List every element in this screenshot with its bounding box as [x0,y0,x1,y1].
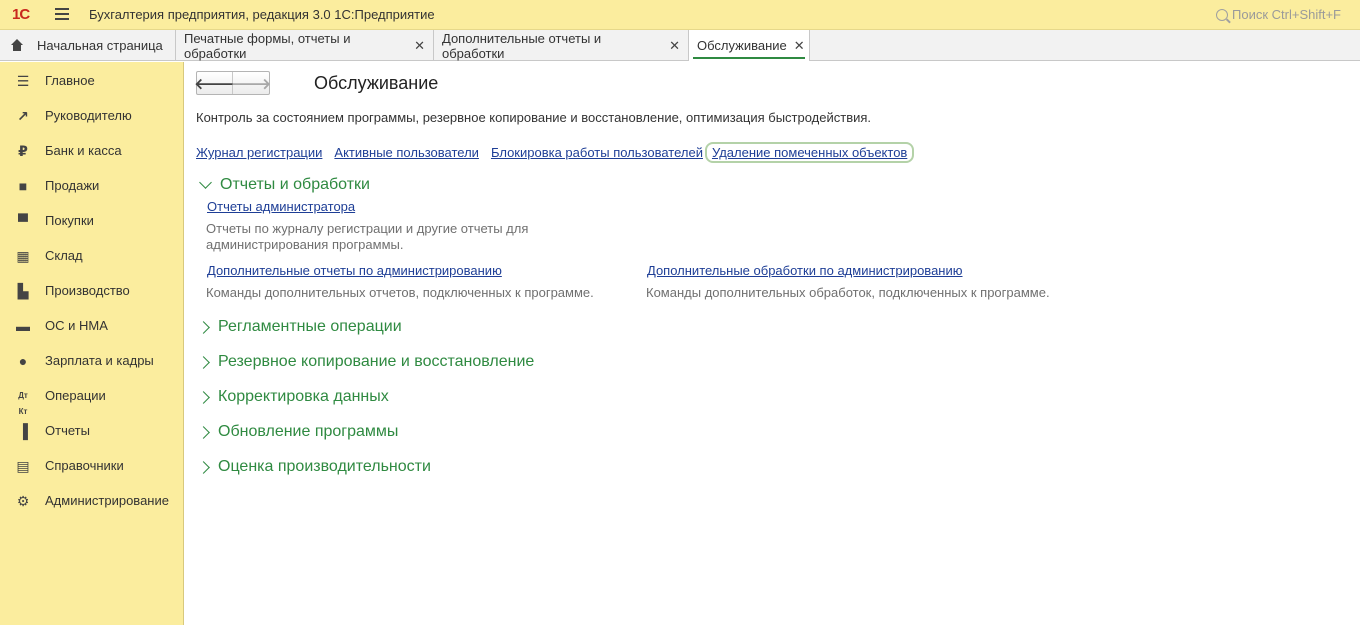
group-title: Оценка производительности [218,458,431,475]
group-reports-processing[interactable]: Отчеты и обработки [199,176,370,194]
link-additional-admin-reports[interactable]: Дополнительные отчеты по администрирован… [207,263,502,278]
sidebar-item-label: Банк и касса [45,143,122,158]
main-content: 🡐 🡒 Обслуживание Контроль за состоянием … [185,62,1360,625]
1c-logo: 1С [12,6,30,23]
truck-icon: ▬ [16,317,30,334]
tab-label: Начальная страница [37,38,163,53]
link-additional-admin-processing[interactable]: Дополнительные обработки по администриро… [647,263,963,278]
trend-icon: ↗ [17,107,29,124]
chevron-right-icon [197,355,210,369]
sidebar-item-sales[interactable]: ■ Продажи [0,168,183,203]
logo-text: 1С [12,6,30,23]
ruble-icon: ₽ [18,142,28,159]
chevron-right-icon [197,390,210,404]
tab-additional-reports[interactable]: Дополнительные отчеты и обработки ✕ [434,30,689,61]
sidebar-item-reports[interactable]: ▐ Отчеты [0,413,183,448]
top-links: Журнал регистрации Активные пользователи… [196,142,915,163]
sidebar-item-label: Отчеты [45,423,90,438]
group-title: Регламентные операции [218,318,402,335]
close-icon[interactable]: ✕ [669,38,680,54]
sidebar-item-salary[interactable]: ● Зарплата и кадры [0,343,183,378]
link-event-log[interactable]: Журнал регистрации [196,145,322,160]
forward-arrow-icon[interactable]: 🡒 [231,72,271,94]
close-icon[interactable]: ✕ [794,38,805,54]
link-block-users[interactable]: Блокировка работы пользователей [491,145,703,160]
bar-chart-icon: ▐ [18,422,28,439]
group-title: Корректировка данных [218,388,389,405]
list-icon: ☰ [16,72,30,89]
search-placeholder: Поиск Ctrl+Shift+F [1232,7,1341,22]
sidebar-item-production[interactable]: ▙ Производство [0,273,183,308]
group-title: Отчеты и обработки [220,176,370,193]
factory-icon: ▙ [17,282,29,299]
sidebar-item-label: ОС и НМА [45,318,108,333]
cart-icon: ▀ [18,212,28,229]
tab-home[interactable]: Начальная страница [0,30,176,61]
app-title: Бухгалтерия предприятия, редакция 3.0 1С… [89,7,435,22]
sidebar-item-label: Главное [45,73,95,88]
sidebar-item-label: Покупки [45,213,94,228]
group-backup-restore[interactable]: Резервное копирование и восстановление [197,353,535,371]
sidebar-item-label: Зарплата и кадры [45,353,154,368]
person-icon: ● [18,352,28,369]
back-arrow-icon[interactable]: 🡐 [194,72,235,94]
sidebar-item-purchases[interactable]: ▀ Покупки [0,203,183,238]
group-title: Резервное копирование и восстановление [218,353,535,370]
title-bar: 1С Бухгалтерия предприятия, редакция 3.0… [0,0,1360,30]
page-description: Контроль за состоянием программы, резерв… [196,110,872,125]
page-title: Обслуживание [314,73,439,93]
search-box[interactable]: Поиск Ctrl+Shift+F [1216,4,1356,25]
link-admin-reports[interactable]: Отчеты администратора [207,199,355,214]
warehouse-icon: ▦ [16,247,30,264]
dt-kt-icon: Дт Кт [18,390,28,416]
gear-icon: ⚙ [16,492,30,509]
tab-label: Обслуживание [697,38,787,53]
sidebar-item-label: Справочники [45,458,124,473]
sidebar-item-label: Операции [45,388,106,403]
additional-admin-processing-description: Команды дополнительных обработок, подклю… [646,285,1050,300]
sidebar: ☰ Главное ↗ Руководителю ₽ Банк и касса … [0,62,184,625]
sidebar-item-administration[interactable]: ⚙ Администрирование [0,483,183,518]
sidebar-item-label: Производство [45,283,130,298]
admin-reports-description: Отчеты по журналу регистрации и другие о… [206,221,529,252]
search-icon [1216,8,1228,21]
chevron-down-icon [199,176,212,189]
book-icon: ▤ [16,457,30,474]
sidebar-item-warehouse[interactable]: ▦ Склад [0,238,183,273]
sidebar-item-bank[interactable]: ₽ Банк и касса [0,133,183,168]
group-title: Обновление программы [218,423,399,440]
tab-print-forms[interactable]: Печатные формы, отчеты и обработки ✕ [176,30,434,61]
group-performance-evaluation[interactable]: Оценка производительности [197,458,431,476]
chevron-right-icon [197,320,210,334]
sidebar-item-fixed-assets[interactable]: ▬ ОС и НМА [0,308,183,343]
close-icon[interactable]: ✕ [414,38,425,54]
chevron-right-icon [197,460,210,474]
home-icon [10,39,24,52]
sidebar-item-label: Администрирование [45,493,169,508]
navigation-buttons: 🡐 🡒 [194,71,271,95]
tab-bar: Начальная страница Печатные формы, отчет… [0,30,1360,61]
sidebar-item-manager[interactable]: ↗ Руководителю [0,98,183,133]
bag-icon: ■ [18,177,28,194]
group-scheduled-operations[interactable]: Регламентные операции [197,318,402,336]
sidebar-item-label: Продажи [45,178,100,193]
sidebar-item-operations[interactable]: Дт Кт Операции [0,378,183,416]
tab-label: Печатные формы, отчеты и обработки [184,30,351,61]
sidebar-item-label: Руководителю [45,108,132,123]
tab-maintenance[interactable]: Обслуживание ✕ [689,30,810,61]
additional-admin-reports-description: Команды дополнительных отчетов, подключе… [206,285,594,300]
tab-label: Дополнительные отчеты и обработки [442,30,602,61]
sidebar-item-main[interactable]: ☰ Главное [0,63,183,98]
group-program-update[interactable]: Обновление программы [197,423,399,441]
hamburger-menu-icon[interactable] [55,8,69,20]
chevron-right-icon [197,425,210,439]
sidebar-item-label: Склад [45,248,83,263]
group-data-correction[interactable]: Корректировка данных [197,388,389,406]
link-active-users[interactable]: Активные пользователи [334,145,479,160]
link-delete-marked-objects[interactable]: Удаление помеченных объектов [704,142,915,163]
sidebar-item-catalogs[interactable]: ▤ Справочники [0,448,183,483]
